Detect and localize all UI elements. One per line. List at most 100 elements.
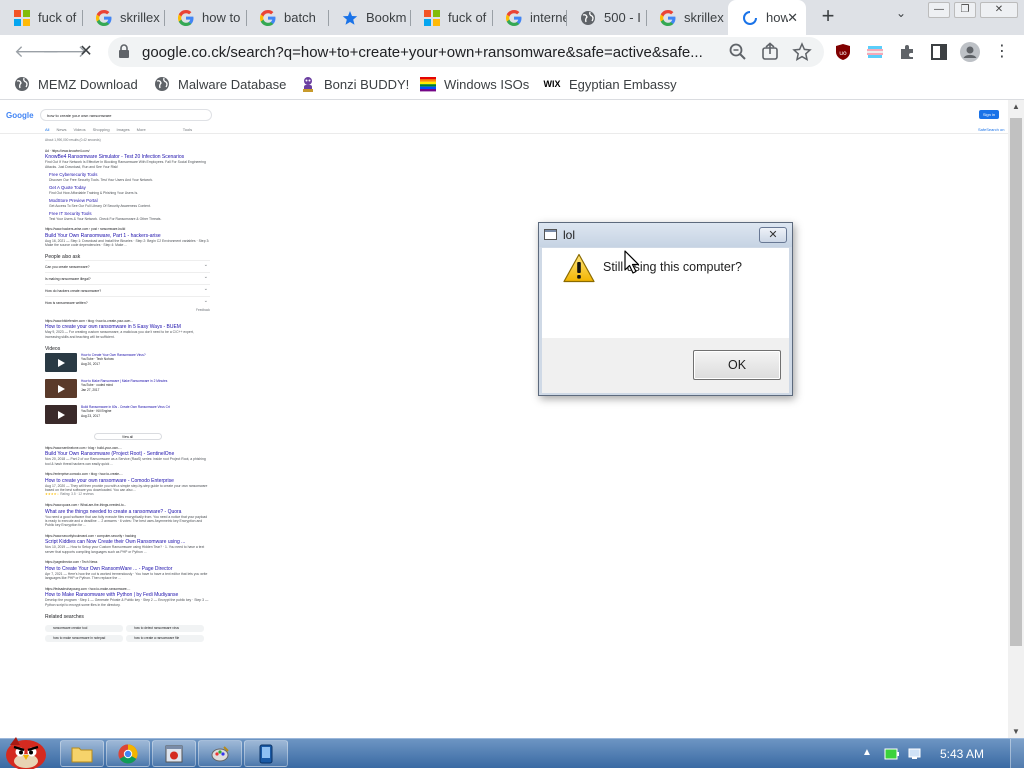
video-result[interactable]: Build Ransomware in 60s - Create Own Ran…	[45, 404, 210, 430]
organic-result: https://fedsadeuhayoung.com › how-to-mak…	[45, 587, 210, 607]
start-button-angry-bird-icon[interactable]	[2, 733, 50, 769]
ublock-icon[interactable]: uo	[834, 43, 852, 61]
mouse-cursor-icon	[624, 250, 640, 274]
view-all-videos-button[interactable]: View all	[93, 432, 162, 440]
video-result[interactable]: How to Make Ransomware | Make Ransomware…	[45, 378, 210, 404]
browser-tab[interactable]: how to	[164, 0, 246, 35]
tab-close-icon[interactable]: ✕	[787, 10, 798, 26]
tab-images[interactable]: Images	[117, 127, 130, 132]
extensions-puzzle-icon[interactable]	[898, 43, 916, 61]
sitelink-desc: Get Access To See Our Full Library Of Se…	[49, 203, 151, 208]
result-url: https://www.securityboulevard.com › comp…	[45, 533, 137, 538]
paa-question[interactable]: Can you create ransomware?	[45, 259, 210, 272]
back-button[interactable]: 🡐	[14, 40, 60, 64]
bookmark-star-icon[interactable]	[792, 42, 812, 62]
minimize-button[interactable]: —	[928, 2, 950, 18]
video-result[interactable]: How to Create Your Own Ransomware Virus?…	[45, 352, 210, 378]
bookmark-memz[interactable]: MEMZ Download	[14, 76, 138, 92]
forward-button[interactable]: 🡒	[42, 40, 88, 64]
sign-in-button[interactable]: Sign in	[979, 110, 999, 119]
bookmark-windows-isos[interactable]: Windows ISOs	[420, 76, 529, 92]
taskbar-app[interactable]	[198, 740, 242, 767]
browser-tab[interactable]: skrillex	[82, 0, 164, 35]
share-icon[interactable]	[760, 42, 780, 62]
address-bar[interactable]: google.co.ck/search?q=how+to+create+your…	[108, 37, 824, 67]
browser-tab[interactable]: 500 - I	[566, 0, 646, 35]
google-search-input[interactable]: how to create your own ransomware	[40, 109, 212, 121]
related-search-chip[interactable]: how to create a ransomware file	[126, 634, 204, 642]
taskbar-chrome[interactable]	[106, 740, 150, 767]
page-scrollbar[interactable]: ▲ ▼	[1008, 100, 1024, 738]
tab-videos[interactable]: Videos	[73, 127, 85, 132]
window-close-button[interactable]: ✕	[980, 2, 1018, 18]
warning-icon	[563, 253, 595, 283]
zoom-icon[interactable]	[728, 42, 748, 62]
browser-tab[interactable]: batch	[246, 0, 328, 35]
restore-button[interactable]: ❐	[954, 2, 976, 18]
safesearch-link[interactable]: SafeSearch on	[978, 127, 1004, 132]
browser-tab[interactable]: fuck of	[0, 0, 82, 35]
related-search-chip[interactable]: how to make ransomware in notepad	[45, 634, 123, 642]
result-snippet: Find Out If Your Network Is Effective In…	[45, 160, 206, 169]
tab-title: how	[766, 10, 788, 25]
dialog-title-bar[interactable]: lol ✕	[539, 223, 792, 247]
scrollbar-thumb[interactable]	[1010, 118, 1022, 646]
tab-shopping[interactable]: Shopping	[93, 127, 110, 132]
taskbar-explorer[interactable]	[60, 740, 104, 767]
result-snippet: Apr 7, 2021 — Here's how the cut is work…	[45, 571, 208, 581]
tab-strip: fuck of skrillex how to batch Bookm fuck of in…	[0, 0, 1024, 35]
result-url: Ad · https://www.knowbe4.com/	[45, 148, 90, 153]
tab-search-chevron-icon[interactable]: ⌄	[896, 6, 906, 20]
browser-tab[interactable]: fuck of	[410, 0, 492, 35]
video-thumbnail[interactable]	[45, 404, 77, 424]
google-header: Google how to create your own ransomware…	[0, 100, 1008, 132]
dialog-close-button[interactable]: ✕	[759, 227, 787, 243]
tab-all[interactable]: All	[45, 127, 49, 132]
organic-result: https://www.hackers-arise.com › post › r…	[45, 227, 210, 247]
browser-tab[interactable]: skrillex	[646, 0, 728, 35]
url-text[interactable]: google.co.ck/search?q=how+to+create+your…	[142, 44, 722, 61]
taskbar-app[interactable]	[152, 740, 196, 767]
video-thumbnail[interactable]	[45, 378, 77, 398]
video-thumbnail[interactable]	[45, 352, 77, 372]
new-tab-button[interactable]: +	[816, 4, 840, 28]
tab-more[interactable]: More	[137, 127, 146, 132]
result-url: https://www.bitdefender.com › blog › how…	[45, 318, 133, 323]
tab-title: 500 - I	[604, 10, 641, 25]
taskbar-app[interactable]	[244, 740, 288, 767]
side-panel-icon[interactable]	[930, 43, 948, 61]
paa-question[interactable]: How is ransomware written?	[45, 295, 210, 308]
browser-tab[interactable]: Bookm	[328, 0, 410, 35]
extension-flag-icon[interactable]	[866, 43, 884, 61]
tab-news[interactable]: News	[56, 127, 66, 132]
show-desktop-button[interactable]	[1010, 739, 1024, 768]
bookmark-bonzi-buddy[interactable]: Bonzi BUDDY!	[300, 76, 409, 92]
chrome-menu-icon[interactable]: ⋮	[990, 40, 1014, 64]
bookmark-malware-database[interactable]: Malware Database	[154, 76, 286, 92]
page-viewport: Google how to create your own ransomware…	[0, 100, 1024, 738]
folder-icon	[71, 747, 93, 762]
battery-icon[interactable]	[884, 747, 900, 761]
related-searches: ransomware creator tool how to detect ra…	[45, 624, 210, 642]
result-snippet: Develop the program · Step 1 — Generate …	[45, 598, 209, 607]
tab-tools[interactable]: Tools	[183, 127, 192, 132]
scroll-up-arrow-icon[interactable]: ▲	[1012, 102, 1020, 111]
result-snippet: Nov 20, 2018 — Part 2 of our Ransomware …	[45, 457, 206, 466]
google-icon	[260, 9, 276, 26]
scroll-down-arrow-icon[interactable]: ▼	[1012, 727, 1020, 736]
browser-tab[interactable]: interne	[492, 0, 566, 35]
tray-overflow-icon[interactable]: ▲	[862, 747, 872, 758]
paa-question[interactable]: How do hackers create ransomware?	[45, 283, 210, 296]
related-search-chip[interactable]: how to detect ransomware virus	[126, 624, 204, 632]
network-icon[interactable]	[908, 747, 924, 761]
browser-tab[interactable]: how ✕	[728, 0, 806, 35]
paa-question[interactable]: Is making ransomware illegal?	[45, 271, 210, 284]
bookmark-egyptian-embassy[interactable]: WIX Egyptian Embassy	[543, 76, 677, 92]
stop-loading-button[interactable]: ✕	[74, 40, 98, 64]
result-stats: About 1,990,000 results (0.42 seconds)	[45, 138, 101, 142]
ok-button[interactable]: OK	[693, 350, 781, 380]
profile-avatar-icon[interactable]	[960, 42, 980, 62]
google-logo[interactable]: Google	[6, 111, 34, 120]
taskbar-clock[interactable]: 5:43 AM	[940, 747, 984, 761]
related-search-chip[interactable]: ransomware creator tool	[45, 624, 123, 632]
